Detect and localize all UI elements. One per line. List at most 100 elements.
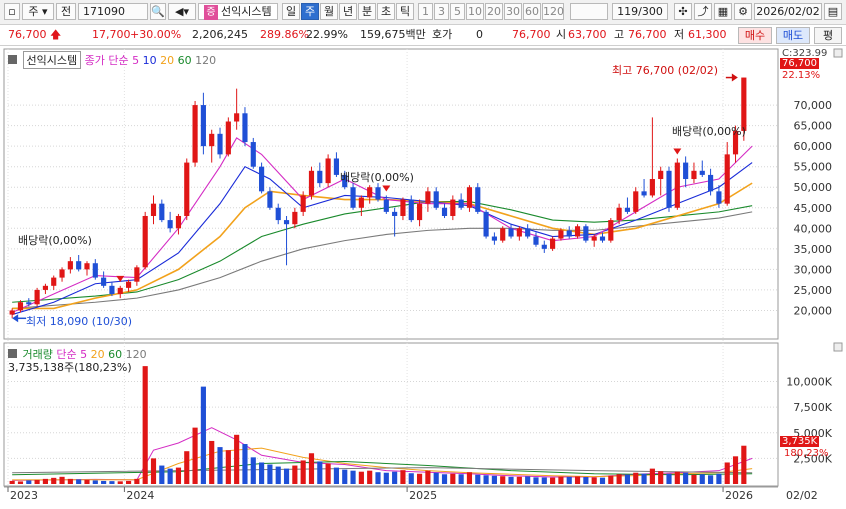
volume-bar — [250, 457, 256, 484]
ma-60: 60 — [177, 54, 192, 67]
price-axis-label: 55,000 — [794, 161, 833, 174]
candle-body — [574, 226, 581, 237]
candle-body — [150, 203, 157, 216]
sound-icon[interactable]: ◀▾ — [168, 3, 196, 20]
candle-body — [167, 220, 173, 229]
volume-bar — [134, 478, 140, 484]
chart-area[interactable]: 70,000 65,000 60,000 55,000 50,000 45,000 40,0… — [0, 46, 846, 509]
volume-bar — [200, 386, 206, 484]
line-tool-icon[interactable]: ⤴ — [694, 3, 712, 20]
candle-body — [616, 207, 622, 221]
volume-bar — [317, 461, 323, 484]
hoga-label: 호가 — [432, 28, 453, 41]
minute-option-6[interactable]: 60 — [523, 3, 541, 20]
stock-name-field[interactable]: 증 선익시스템 — [198, 3, 278, 20]
volume-bar — [67, 478, 73, 484]
candle-body — [59, 269, 65, 278]
candle-body — [483, 211, 489, 237]
volume-bar — [699, 474, 705, 484]
period-tab-5[interactable]: 초 — [377, 3, 395, 20]
volume-bar — [333, 467, 340, 484]
volume-bar — [275, 466, 281, 484]
gear-icon[interactable]: ⚙ — [734, 3, 752, 20]
volume-bar — [566, 476, 572, 484]
low-value: 61,300 — [688, 28, 727, 41]
candle-body — [234, 113, 240, 122]
quote-bar: 76,700 🡅 17,700 +30.00% 2,206,245 289.86… — [0, 25, 846, 46]
candle-body — [9, 310, 15, 315]
volume-bar — [616, 474, 622, 484]
period-tab-1[interactable]: 주 — [301, 3, 319, 20]
candle-body — [550, 238, 556, 249]
crosshair-icon[interactable]: ✣ — [674, 3, 692, 20]
candle-body — [209, 133, 215, 147]
ma-20: 20 — [160, 54, 175, 67]
save-icon[interactable]: ▦ — [714, 3, 732, 20]
candle-body — [242, 113, 248, 143]
change-percent: +30.00% — [130, 28, 182, 41]
price-panel-title[interactable]: 선익시스템 — [22, 51, 82, 69]
candle-body — [84, 263, 90, 270]
buy-button[interactable]: 매수 — [738, 27, 772, 44]
volume-bar — [375, 472, 381, 484]
calendar-icon[interactable]: ▤ — [824, 3, 842, 20]
eval-button[interactable]: 평 — [814, 27, 842, 44]
period-tab-4[interactable]: 분 — [358, 3, 376, 20]
open-label: 시 — [556, 28, 567, 41]
prev-button[interactable]: 전 — [56, 3, 76, 20]
high-label: 고 — [614, 28, 625, 41]
period-tab-0[interactable]: 일 — [282, 3, 300, 20]
volume-value: 2,206,245 — [192, 28, 248, 41]
volume-bar — [292, 465, 298, 484]
candle-body — [649, 179, 655, 196]
candle-body — [658, 170, 664, 180]
volume-bar — [84, 479, 90, 484]
ma-label: 종가 단순 — [84, 54, 129, 67]
market-select[interactable]: 주 ▾ — [22, 3, 54, 20]
volume-menu-icon[interactable] — [8, 349, 17, 358]
candle-body — [500, 228, 506, 241]
candle-body — [350, 187, 356, 208]
volume-bar — [558, 476, 564, 484]
candle-body — [159, 203, 165, 221]
turnover: 22.99% — [306, 28, 348, 41]
minute-option-5[interactable]: 30 — [504, 3, 522, 20]
volume-bar — [217, 447, 223, 484]
period-tab-6[interactable]: 틱 — [396, 3, 414, 20]
panel-menu-icon[interactable] — [8, 55, 17, 64]
minute-option-2[interactable]: 5 — [450, 3, 465, 20]
minute-option-7[interactable]: 120 — [542, 3, 564, 20]
candle-body — [508, 228, 514, 237]
candle-body — [125, 281, 132, 288]
code-input[interactable]: 171090 — [78, 3, 148, 20]
candle-body — [599, 236, 606, 241]
volume-bar — [117, 481, 123, 484]
volume-bar — [259, 462, 265, 484]
count-field[interactable]: 119/300 — [612, 3, 668, 20]
change-value: 17,700 — [92, 28, 131, 41]
minute-input[interactable] — [570, 3, 608, 20]
volume-bar — [26, 480, 32, 484]
search-icon[interactable]: 🔍 — [150, 3, 166, 20]
candle-body — [566, 230, 572, 237]
minute-option-0[interactable]: 1 — [418, 3, 433, 20]
volume-ratio: 289.86% — [260, 28, 309, 41]
sell-button[interactable]: 매도 — [776, 27, 810, 44]
candle-body — [51, 277, 57, 286]
minute-option-1[interactable]: 3 — [434, 3, 449, 20]
candle-body — [450, 199, 456, 216]
ma-5: 5 — [132, 54, 140, 67]
window-icon[interactable]: ▫ — [4, 3, 20, 20]
volume-bar — [441, 474, 448, 484]
minute-option-3[interactable]: 10 — [466, 3, 484, 20]
candle-body — [583, 226, 589, 241]
period-tab-2[interactable]: 월 — [320, 3, 338, 20]
volume-bar — [475, 474, 481, 484]
date-field[interactable]: 2026/02/02 — [754, 3, 822, 20]
volume-bar — [550, 477, 556, 484]
price-axis-label: 70,000 — [794, 99, 833, 112]
period-tab-3[interactable]: 년 — [339, 3, 357, 20]
candle-body — [267, 191, 273, 208]
volume-bar — [283, 468, 290, 484]
minute-option-4[interactable]: 20 — [485, 3, 503, 20]
